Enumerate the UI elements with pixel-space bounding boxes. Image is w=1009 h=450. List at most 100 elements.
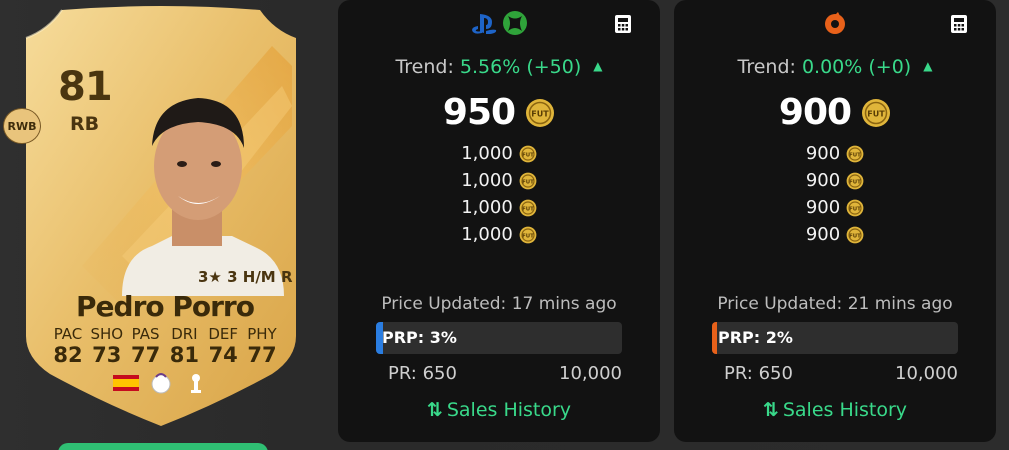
listing-row: 1,000 FUT [338,140,660,167]
sales-history-link[interactable]: ⇅ Sales History [338,399,660,421]
svg-text:FUT: FUT [522,206,534,212]
player-position: RB [70,113,100,135]
fut-coin-icon: FUT [519,172,537,189]
stat-value: 73 [92,343,122,367]
listing-row: 1,000 FUT [338,221,660,248]
svg-text:FUT: FUT [522,152,534,158]
fut-coin-icon: FUT [862,98,891,127]
prp-label: PRP: 2% [718,328,793,347]
listing-prices: 900 FUT 900 FUT 900 FUT 900 FUT [674,140,996,248]
sort-arrows-icon: ⇅ [762,399,779,421]
price-range-max: 10,000 [895,363,958,384]
player-name: Pedro Porro [76,290,255,323]
prp-progress-bar: PRP: 2% [712,322,958,354]
listing-row: 1,000 FUT [338,194,660,221]
player-rating: 81 [58,64,113,110]
fut-coin-icon: FUT [846,172,864,189]
listing-price: 900 [805,170,841,191]
price-value: 900 [778,92,852,133]
trend-value: 5.56% (+50) [459,56,582,78]
listing-price: 900 [805,143,841,164]
listing-price: 1,000 [461,170,513,191]
price-range-min: PR: 650 [388,363,457,384]
origin-icon [825,12,845,34]
stat-label: PAS [131,325,160,343]
sales-history-label: Sales History [446,399,572,421]
premier-league-icon [151,373,171,394]
xbox-icon [503,11,527,35]
price-value: 950 [442,92,516,133]
listing-price: 900 [805,224,841,245]
svg-text:FUT: FUT [849,233,861,239]
listing-price: 900 [805,197,841,218]
lowest-bin-price: 950 FUT [338,92,660,133]
svg-text:FUT: FUT [849,152,861,158]
listing-row: 900 FUT [674,140,996,167]
trend-value: 0.00% (+0) [801,56,912,78]
price-updated-text: Price Updated: 17 mins ago [381,294,617,314]
sales-history-link[interactable]: ⇅ Sales History [674,399,996,421]
listing-price: 1,000 [461,143,513,164]
fut-coin-icon: FUT [846,145,864,162]
price-range: PR: 650 10,000 [724,363,958,384]
fut-coin-icon: FUT [526,98,555,127]
stat-label: DEF [208,325,239,343]
stat-value: 77 [247,343,277,367]
svg-text:FUT: FUT [531,109,549,118]
prp-progress-fill [712,322,717,354]
spain-flag-icon [113,375,139,391]
fut-coin-icon: FUT [846,226,864,243]
stat-label: DRI [171,325,198,343]
card-action-button[interactable] [58,443,268,450]
stat-values: 82 73 77 81 74 77 [50,343,280,367]
trend-line: Trend: 5.56% (+50) ▲ [338,56,660,78]
stat-label: PAC [53,325,83,343]
svg-text:FUT: FUT [867,109,885,118]
player-card[interactable]: 81 RB RWB 3★ 3 H/M R Pedro Porro PAC SHO… [0,0,330,450]
svg-text:FUT: FUT [849,206,861,212]
platform-icons [674,10,996,40]
stat-value: 77 [130,343,161,367]
svg-text:FUT: FUT [849,179,861,185]
calculator-icon[interactable] [614,14,632,34]
listing-price: 1,000 [461,197,513,218]
trend-up-icon: ▲ [593,59,603,73]
fut-coin-icon: FUT [519,226,537,243]
stat-value: 82 [53,343,83,367]
price-updated-text: Price Updated: 21 mins ago [717,294,953,314]
sales-history-label: Sales History [782,399,908,421]
price-range-max: 10,000 [559,363,622,384]
playstation-icon [472,14,497,34]
stat-label: PHY [247,325,277,343]
sort-arrows-icon: ⇅ [426,399,443,421]
price-range: PR: 650 10,000 [388,363,622,384]
price-panel-pc: Trend: 0.00% (+0) ▲ 900 FUT 900 FUT 900 … [674,0,996,442]
lowest-bin-price: 900 FUT [674,92,996,133]
skill-weakfoot-workrate: 3★ 3 H/M R [198,268,293,286]
stat-value: 74 [208,343,238,367]
listing-row: 900 FUT [674,194,996,221]
svg-text:FUT: FUT [522,233,534,239]
prp-progress-bar: PRP: 3% [376,322,622,354]
tottenham-crest-icon [191,374,201,393]
listing-prices: 1,000 FUT 1,000 FUT 1,000 FUT 1,000 FUT [338,140,660,248]
fut-coin-icon: FUT [846,199,864,216]
platform-icons [338,10,660,40]
fut-coin-icon: FUT [519,199,537,216]
trend-label: Trend: [395,56,454,78]
listing-row: 1,000 FUT [338,167,660,194]
price-panel-console: Trend: 5.56% (+50) ▲ 950 FUT 1,000 FUT 1… [338,0,660,442]
app-root: 81 RB RWB 3★ 3 H/M R Pedro Porro PAC SHO… [0,0,1009,450]
trend-up-icon: ▲ [923,59,933,73]
listing-row: 900 FUT [674,167,996,194]
calculator-icon[interactable] [950,14,968,34]
stat-label: SHO [90,325,124,343]
fut-coin-icon: FUT [519,145,537,162]
alt-position-badge: RWB [3,108,41,144]
svg-text:FUT: FUT [522,179,534,185]
stat-value: 81 [169,343,199,367]
prp-label: PRP: 3% [382,328,457,347]
trend-line: Trend: 0.00% (+0) ▲ [674,56,996,78]
trend-label: Trend: [737,56,796,78]
price-range-min: PR: 650 [724,363,793,384]
